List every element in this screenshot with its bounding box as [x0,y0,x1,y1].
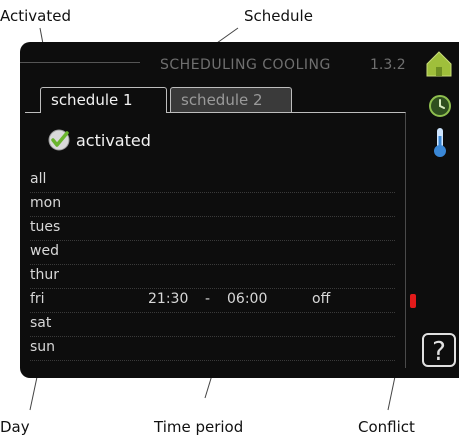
help-icon[interactable]: ? [422,333,456,367]
clock-icon[interactable] [428,94,452,118]
conflict-icon [410,294,416,308]
cooling-schedule-screen: SCHEDULING COOLING 1.3.2 schedule 1 sche… [20,42,459,378]
schedule-row-fri[interactable]: fri 21:30 - 06:00 off [30,288,395,313]
screen-title: SCHEDULING COOLING [160,57,331,73]
schedule-row-sat[interactable]: sat [30,312,395,337]
schedule-row-thur[interactable]: thur [30,264,395,289]
day-name: sun [30,339,56,355]
day-name: fri [30,291,45,307]
title-divider [20,62,140,63]
schedule-row-wed[interactable]: wed [30,240,395,265]
time-start: 21:30 [148,291,189,307]
day-name: all [30,171,47,187]
check-icon [48,129,70,151]
time-separator: - [205,291,211,307]
tab-schedule-1[interactable]: schedule 1 [40,87,167,113]
tab-schedule-2[interactable]: schedule 2 [170,87,292,113]
schedule-row-mon[interactable]: mon [30,192,395,217]
house-icon[interactable] [425,50,453,78]
activated-toggle[interactable]: activated [48,127,151,153]
day-name: tues [30,219,61,235]
day-name: thur [30,267,59,283]
time-end: 06:00 [227,291,268,307]
activated-label: activated [76,130,151,150]
day-name: sat [30,315,52,331]
thermometer-icon[interactable] [432,126,448,158]
day-name: mon [30,195,62,211]
mode-value: off [312,291,331,307]
schedule-row-sun[interactable]: sun [30,336,395,361]
day-name: wed [30,243,59,259]
menu-number: 1.3.2 [370,57,406,73]
schedule-row-all[interactable]: all [30,168,395,193]
schedule-row-tues[interactable]: tues [30,216,395,241]
